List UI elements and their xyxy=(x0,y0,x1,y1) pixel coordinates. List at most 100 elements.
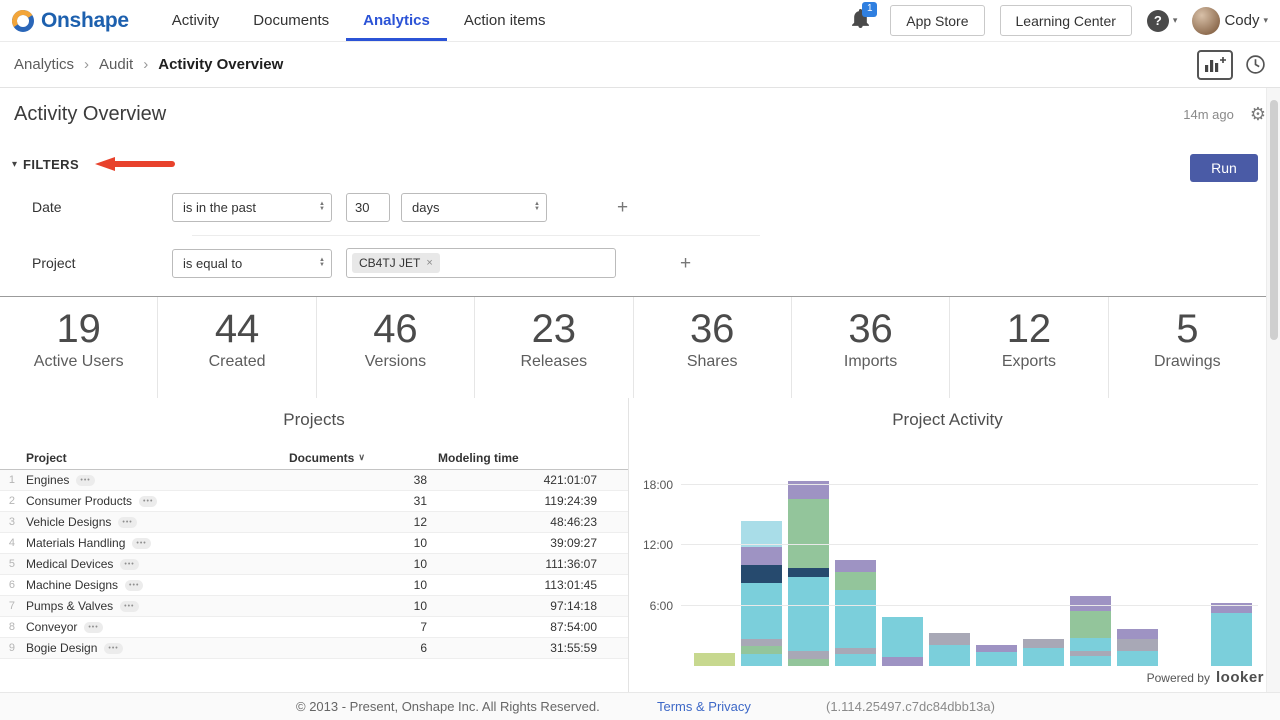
breadcrumb-item-analytics[interactable]: Analytics xyxy=(14,56,74,73)
table-row[interactable]: 9Bogie Design•••631:55:59 xyxy=(0,638,628,659)
select-stepper-icon: ▲▼ xyxy=(319,202,325,212)
chip-close-icon[interactable]: × xyxy=(426,257,432,269)
nav-item-documents[interactable]: Documents xyxy=(236,0,346,41)
chart-bar[interactable] xyxy=(1117,629,1158,666)
row-menu-icon[interactable]: ••• xyxy=(139,496,157,507)
project-name[interactable]: Conveyor xyxy=(26,620,77,634)
breadcrumb-separator: › xyxy=(143,56,148,73)
project-name[interactable]: Consumer Products xyxy=(26,494,132,508)
row-number: 3 xyxy=(0,516,24,528)
help-menu[interactable]: ? ▾ xyxy=(1147,10,1178,32)
stat-value: 36 xyxy=(792,306,949,352)
add-date-filter-button[interactable]: + xyxy=(617,198,628,217)
chart-bar-segment xyxy=(835,654,876,666)
chart-bar-segment xyxy=(788,659,829,666)
terms-privacy-link[interactable]: Terms & Privacy xyxy=(657,693,751,720)
chart-bar[interactable] xyxy=(835,560,876,666)
breadcrumb-item-audit[interactable]: Audit xyxy=(99,56,133,73)
run-button[interactable]: Run xyxy=(1190,154,1258,182)
table-row[interactable]: 7Pumps & Valves•••1097:14:18 xyxy=(0,596,628,617)
onshape-logo-text: Onshape xyxy=(41,9,129,33)
table-row[interactable]: 3Vehicle Designs•••1248:46:23 xyxy=(0,512,628,533)
nav-item-action-items[interactable]: Action items xyxy=(447,0,563,41)
row-menu-icon[interactable]: ••• xyxy=(84,622,102,633)
annotation-arrow xyxy=(95,157,175,171)
select-stepper-icon: ▲▼ xyxy=(534,202,540,212)
row-menu-icon[interactable]: ••• xyxy=(118,517,136,528)
project-name[interactable]: Pumps & Valves xyxy=(26,599,113,613)
chart-bar-segment xyxy=(1117,639,1158,651)
table-row[interactable]: 4Materials Handling•••1039:09:27 xyxy=(0,533,628,554)
row-menu-icon[interactable]: ••• xyxy=(76,475,94,486)
scrollbar-thumb[interactable] xyxy=(1270,100,1278,340)
nav-item-analytics[interactable]: Analytics xyxy=(346,0,447,41)
nav-item-activity[interactable]: Activity xyxy=(155,0,237,41)
chart-bar-segment xyxy=(788,577,829,651)
user-menu[interactable]: Cody ▾ xyxy=(1192,7,1268,35)
project-name[interactable]: Machine Designs xyxy=(26,578,118,592)
page-header-right: 14m ago ⚙ xyxy=(1183,104,1266,125)
chart-bar-segment xyxy=(1070,611,1111,638)
chart-bar[interactable] xyxy=(1023,639,1064,666)
column-header-modeling-time[interactable]: Modeling time xyxy=(430,451,600,465)
chart-bar[interactable] xyxy=(694,653,735,666)
stat-card-drawings: 5Drawings xyxy=(1109,297,1266,398)
chart-bar-segment xyxy=(788,651,829,659)
app-store-button[interactable]: App Store xyxy=(890,5,984,36)
project-name[interactable]: Engines xyxy=(26,473,69,487)
row-menu-icon[interactable]: ••• xyxy=(104,643,122,654)
project-name[interactable]: Materials Handling xyxy=(26,536,125,550)
project-cell: Pumps & Valves ••• xyxy=(24,599,286,613)
date-value-input[interactable] xyxy=(346,193,390,222)
chart-bar[interactable] xyxy=(882,617,923,666)
chart-bar-segment xyxy=(741,646,782,654)
chart-bar-segment xyxy=(835,572,876,590)
chart-bar[interactable] xyxy=(1211,603,1252,666)
chart-bar-segment xyxy=(1117,629,1158,639)
project-operator-select[interactable]: is equal to ▲▼ xyxy=(172,249,332,278)
learning-center-button[interactable]: Learning Center xyxy=(1000,5,1132,36)
table-row[interactable]: 2Consumer Products•••31119:24:39 xyxy=(0,491,628,512)
dashboard-chart-button[interactable] xyxy=(1197,50,1233,80)
chart-bar[interactable] xyxy=(1070,596,1111,666)
column-header-documents[interactable]: Documents ∨ xyxy=(286,451,430,465)
row-menu-icon[interactable]: ••• xyxy=(125,580,143,591)
project-name[interactable]: Bogie Design xyxy=(26,641,97,655)
project-name[interactable]: Medical Devices xyxy=(26,557,113,571)
date-unit-select[interactable]: days ▲▼ xyxy=(401,193,547,222)
stat-label: Versions xyxy=(317,353,474,371)
chart-bar[interactable] xyxy=(929,633,970,666)
chart-bar[interactable] xyxy=(976,645,1017,666)
row-menu-icon[interactable]: ••• xyxy=(120,559,138,570)
column-header-project[interactable]: Project xyxy=(24,451,286,465)
stat-card-exports: 12Exports xyxy=(950,297,1108,398)
table-row[interactable]: 6Machine Designs•••10113:01:45 xyxy=(0,575,628,596)
history-clock-button[interactable] xyxy=(1245,54,1266,75)
powered-by-text: Powered by xyxy=(1147,671,1210,685)
stat-label: Exports xyxy=(950,353,1107,371)
page-title: Activity Overview xyxy=(14,103,166,126)
project-value-input[interactable]: CB4TJ JET × xyxy=(346,248,616,278)
documents-count: 38 xyxy=(286,473,430,487)
chart-bar[interactable] xyxy=(741,521,782,666)
row-menu-icon[interactable]: ••• xyxy=(132,538,150,549)
project-activity-panel: Project Activity 6:0012:0018:00 xyxy=(628,398,1266,692)
table-row[interactable]: 5Medical Devices•••10111:36:07 xyxy=(0,554,628,575)
row-menu-icon[interactable]: ••• xyxy=(120,601,138,612)
documents-count: 10 xyxy=(286,599,430,613)
chart-bar-segment xyxy=(1070,638,1111,651)
chart-gridline xyxy=(681,544,1258,545)
date-operator-select[interactable]: is in the past ▲▼ xyxy=(172,193,332,222)
gear-icon[interactable]: ⚙ xyxy=(1250,104,1266,125)
add-project-filter-button[interactable]: + xyxy=(680,254,691,273)
table-row[interactable]: 1Engines•••38421:01:07 xyxy=(0,470,628,491)
notification-badge: 1 xyxy=(862,2,877,17)
page-scrollbar[interactable] xyxy=(1266,88,1280,692)
onshape-logo[interactable]: Onshape xyxy=(12,0,129,41)
table-row[interactable]: 8Conveyor•••787:54:00 xyxy=(0,617,628,638)
project-name[interactable]: Vehicle Designs xyxy=(26,515,111,529)
filters-toggle[interactable]: ▾ FILTERS xyxy=(12,154,1268,174)
chart-bar[interactable] xyxy=(788,481,829,666)
stat-value: 44 xyxy=(158,306,315,352)
notifications-button[interactable]: 1 xyxy=(852,9,869,33)
